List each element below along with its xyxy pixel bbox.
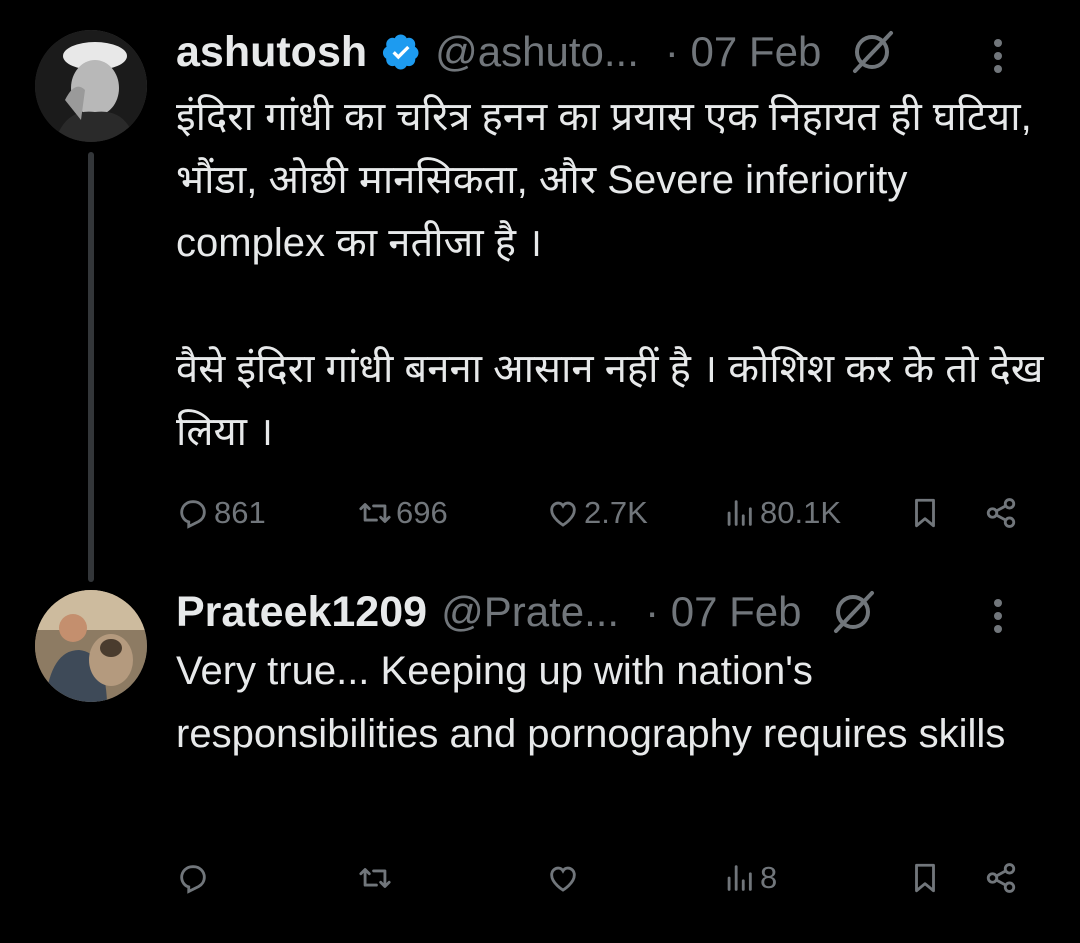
repost-button[interactable]: 696 bbox=[358, 488, 448, 538]
avatar[interactable] bbox=[35, 30, 147, 142]
views-icon bbox=[727, 865, 752, 891]
bookmark-button[interactable] bbox=[908, 853, 942, 903]
tweet-date[interactable]: · 07 Feb bbox=[665, 28, 821, 76]
reply-button[interactable]: 861 bbox=[176, 488, 266, 538]
author-name[interactable]: ashutosh bbox=[176, 28, 367, 77]
views-icon bbox=[727, 500, 752, 526]
reply-icon bbox=[180, 865, 206, 894]
repost-icon bbox=[359, 868, 391, 888]
repost-icon bbox=[359, 503, 391, 523]
share-icon bbox=[986, 863, 1016, 893]
tweet-paragraph: वैसे इंदिरा गांधी बनना आसान नहीं है । को… bbox=[176, 347, 1044, 454]
repost-button[interactable] bbox=[358, 853, 396, 903]
share-button[interactable] bbox=[984, 853, 1018, 903]
reply-icon bbox=[180, 500, 206, 529]
author-name[interactable]: Prateek1209 bbox=[176, 588, 427, 637]
author-handle[interactable]: @Prate... bbox=[441, 588, 619, 636]
views-button[interactable]: 80.1K bbox=[722, 488, 841, 538]
tweet-header: ashutosh @ashuto... · 07 Feb bbox=[176, 22, 1046, 82]
tweet[interactable]: ashutosh @ashuto... · 07 Feb इंदिरा गांध… bbox=[0, 0, 1080, 582]
tweet-actions: 861 696 2.7K 80.1K bbox=[176, 488, 1036, 538]
views-button[interactable]: 8 bbox=[722, 853, 777, 903]
tweet-paragraph: Very true... Keeping up with nation's re… bbox=[176, 649, 1006, 756]
like-button[interactable]: 2.7K bbox=[546, 488, 648, 538]
tweet-date[interactable]: · 07 Feb bbox=[645, 588, 801, 636]
tweet-text: इंदिरा गांधी का चरित्र हनन का प्रयास एक … bbox=[176, 86, 1056, 464]
views-count: 8 bbox=[760, 860, 778, 895]
more-icon[interactable] bbox=[992, 598, 1004, 634]
like-icon bbox=[550, 866, 576, 892]
grok-icon[interactable] bbox=[849, 29, 895, 75]
more-icon[interactable] bbox=[992, 38, 1004, 74]
thread-line bbox=[88, 152, 94, 582]
repost-count: 696 bbox=[396, 495, 448, 530]
tweet-paragraph: इंदिरा गांधी का चरित्र हनन का प्रयास एक … bbox=[176, 95, 1032, 265]
author-handle[interactable]: @ashuto... bbox=[435, 28, 639, 76]
reply-button[interactable] bbox=[176, 853, 214, 903]
share-button[interactable] bbox=[984, 488, 1018, 538]
grok-icon[interactable] bbox=[830, 589, 876, 635]
like-button[interactable] bbox=[546, 853, 584, 903]
bookmark-icon bbox=[915, 498, 935, 528]
like-count: 2.7K bbox=[584, 495, 648, 530]
tweet-header: Prateek1209 @Prate... · 07 Feb bbox=[176, 582, 1046, 642]
like-icon bbox=[550, 501, 576, 527]
bookmark-icon bbox=[915, 863, 935, 893]
share-icon bbox=[986, 498, 1016, 528]
views-count: 80.1K bbox=[760, 495, 842, 530]
reply-count: 861 bbox=[214, 495, 266, 530]
avatar[interactable] bbox=[35, 590, 147, 702]
verified-badge-icon bbox=[381, 32, 421, 72]
tweet-actions: 8 bbox=[176, 853, 1036, 903]
bookmark-button[interactable] bbox=[908, 488, 942, 538]
tweet[interactable]: Prateek1209 @Prate... · 07 Feb Very true… bbox=[0, 560, 1080, 943]
tweet-text: Very true... Keeping up with nation's re… bbox=[176, 640, 1056, 766]
